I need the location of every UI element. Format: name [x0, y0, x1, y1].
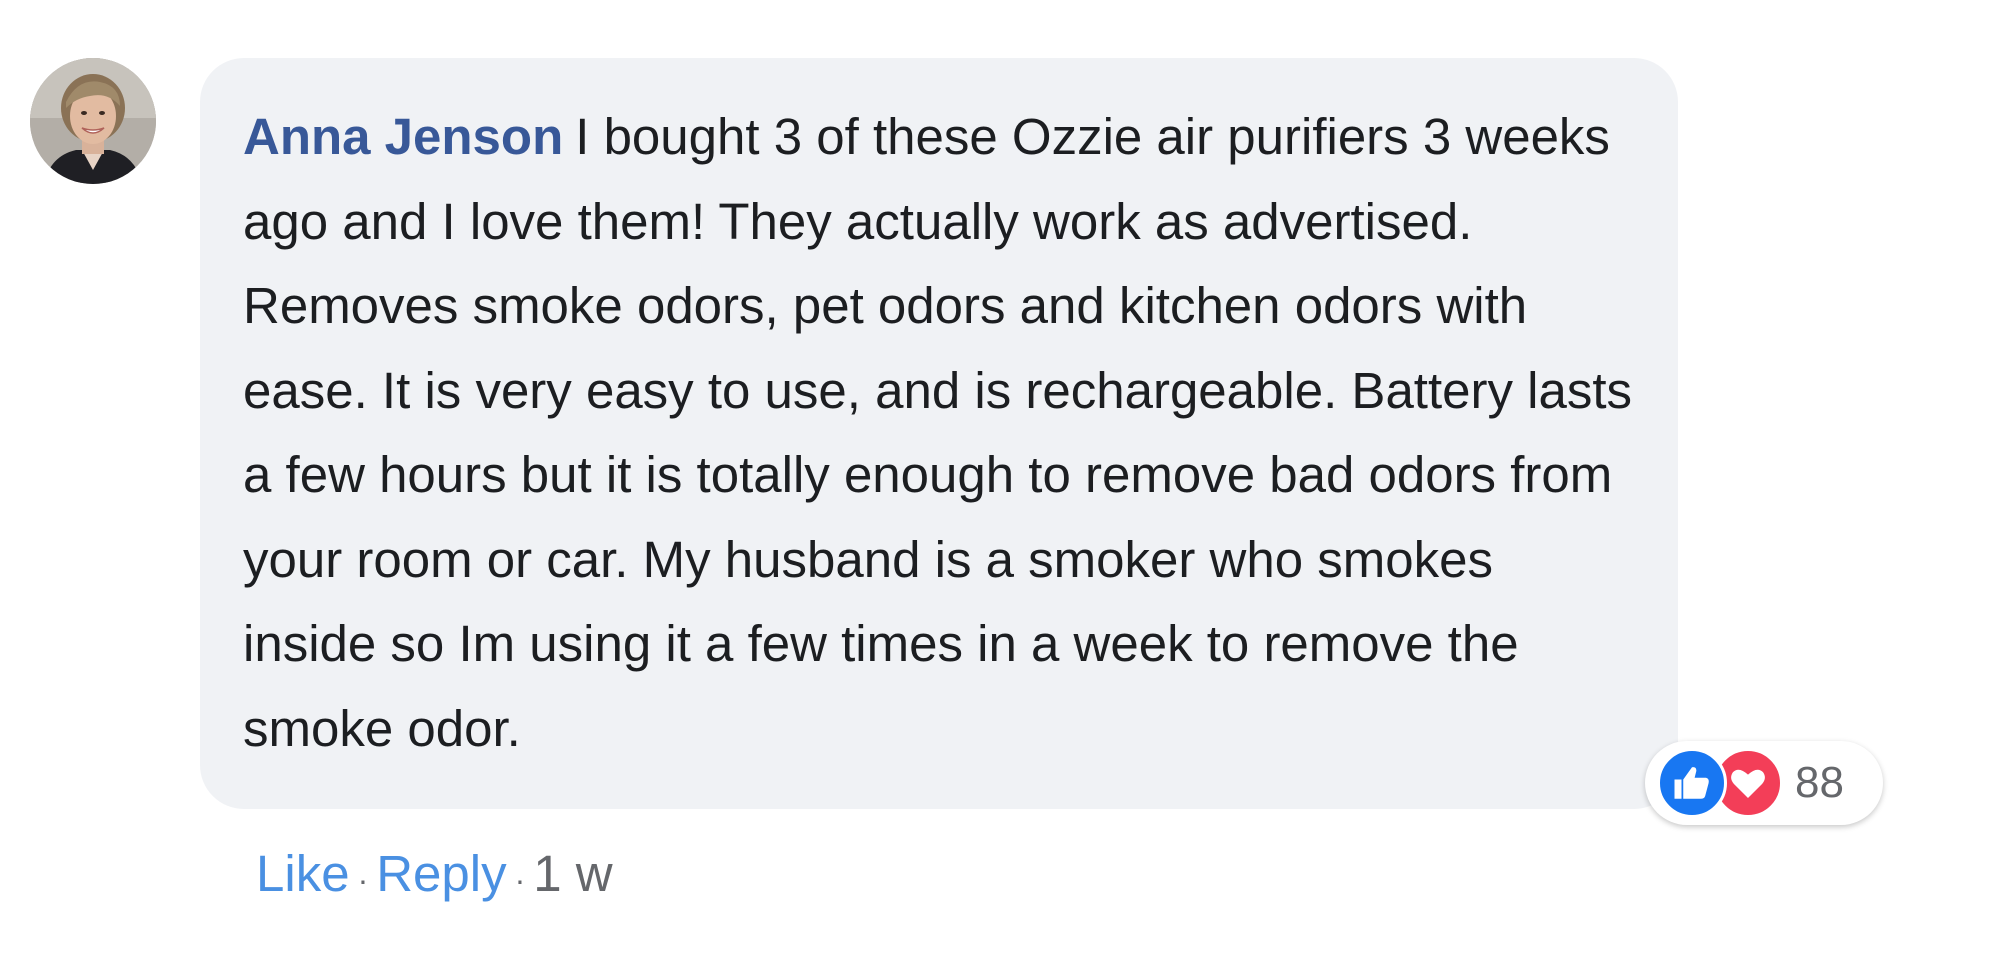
reply-link[interactable]: Reply — [376, 844, 506, 904]
like-link[interactable]: Like — [256, 844, 350, 904]
reaction-count: 88 — [1795, 758, 1844, 807]
comment-bubble: Anna Jenson I bought 3 of these Ozzie air… — [200, 58, 1678, 809]
comment-author[interactable]: Anna Jenson — [243, 108, 563, 165]
reactions-summary[interactable]: 88 — [1645, 741, 1883, 825]
action-separator: · — [357, 862, 369, 898]
like-icon — [1657, 748, 1727, 818]
comment-text: I bought 3 of these Ozzie air purifiers … — [243, 108, 1633, 757]
action-separator: · — [514, 862, 526, 898]
avatar[interactable] — [30, 58, 156, 184]
avatar-photo-icon — [30, 58, 156, 184]
comment-timestamp[interactable]: 1 w — [533, 844, 612, 904]
comment-actions: Like · Reply · 1 w — [256, 844, 613, 910]
